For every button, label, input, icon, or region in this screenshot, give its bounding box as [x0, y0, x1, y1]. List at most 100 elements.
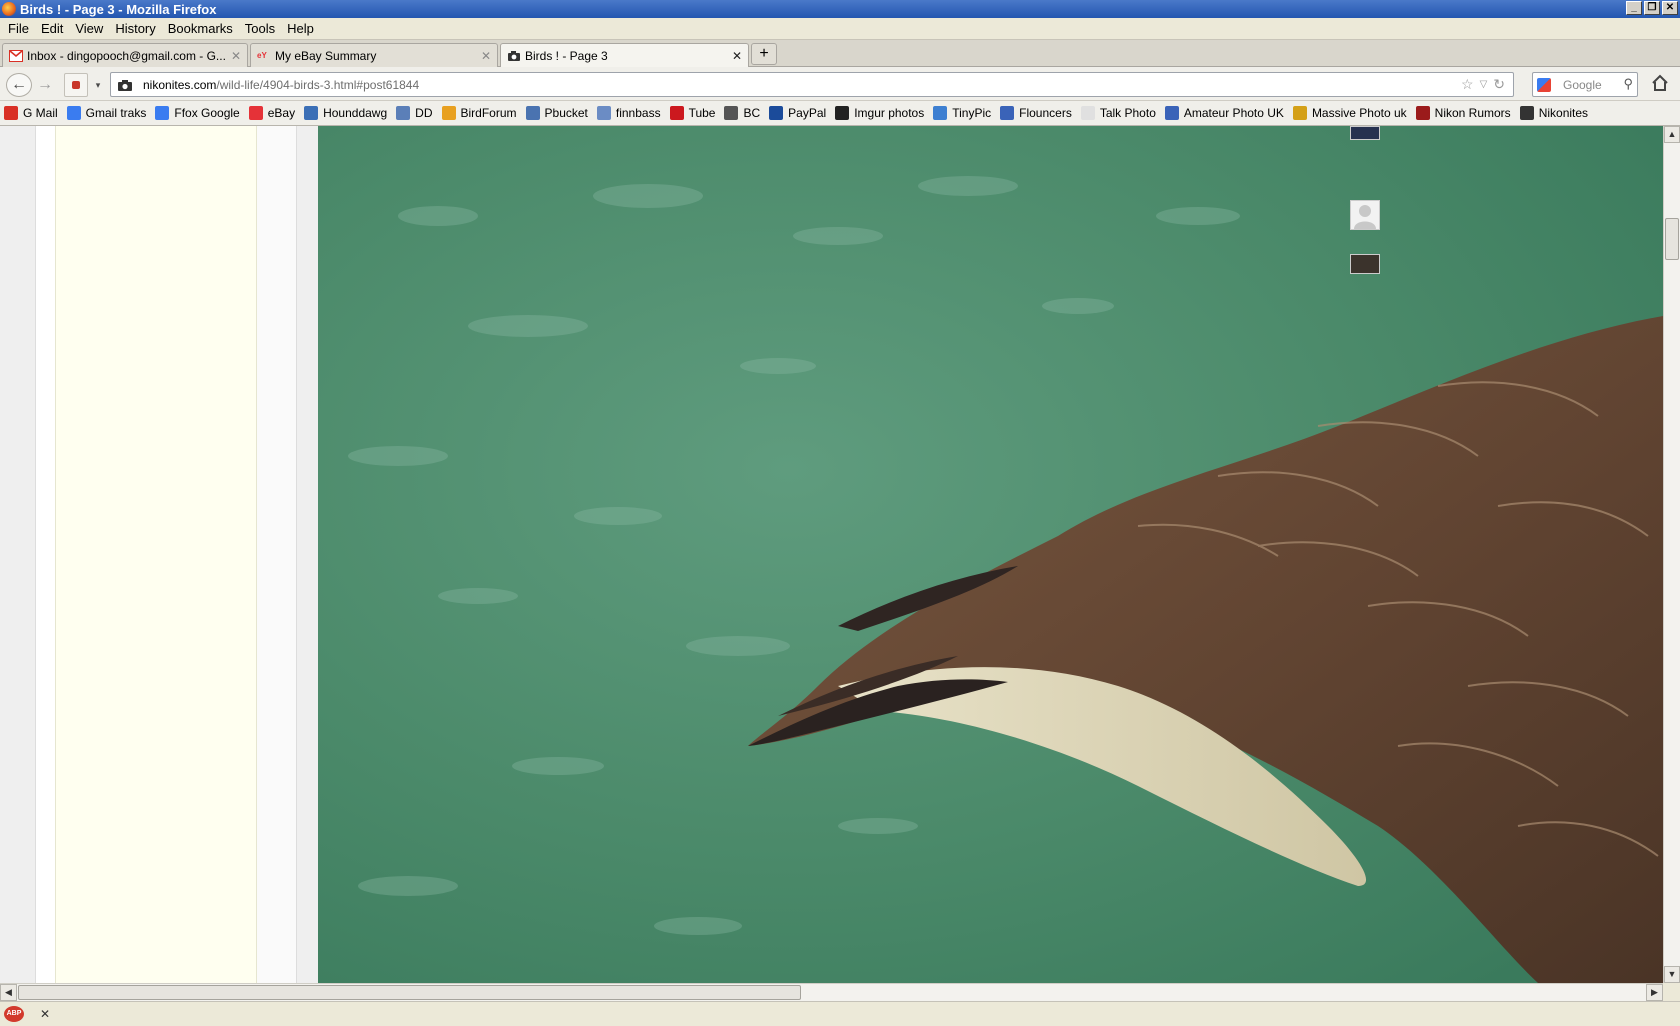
google-icon	[1537, 77, 1551, 92]
back-button[interactable]: ←	[6, 73, 32, 97]
menu-view[interactable]: View	[71, 21, 111, 36]
camera-icon	[118, 79, 132, 91]
tab-inbox[interactable]: Inbox - dingopooch@gmail.com - G... ✕	[2, 43, 248, 67]
back-arrow-icon: ←	[11, 76, 27, 93]
google-icon	[66, 106, 81, 120]
bookmark-label: PayPal	[788, 106, 827, 120]
minimize-button[interactable]: _	[1626, 1, 1642, 15]
bookmark-label: G Mail	[23, 106, 58, 120]
tab-bar: Inbox - dingopooch@gmail.com - G... ✕ eY…	[0, 40, 1680, 68]
dropdown-icon[interactable]: ▽	[1480, 76, 1488, 94]
url-bar[interactable]: nikonites.com/wild-life/4904-birds-3.htm…	[110, 72, 1514, 97]
bookmark-label: Amateur Photo UK	[1183, 106, 1284, 120]
bookmark-label: DD	[415, 106, 433, 120]
bookmark-item[interactable]: finnbass	[596, 106, 661, 120]
url-path: /wild-life/4904-birds-3.html#post61844	[216, 77, 420, 92]
menu-file[interactable]: File	[4, 21, 37, 36]
bookmark-item[interactable]: Ffox Google	[155, 106, 240, 120]
menu-help[interactable]: Help	[283, 21, 322, 36]
close-window-button[interactable]: ✕	[1662, 1, 1678, 15]
window-titlebar: Birds ! - Page 3 - Mozilla Firefox _ ❐ ✕	[0, 0, 1680, 18]
post-sidebar	[55, 126, 257, 983]
bookmark-label: Nikon Rumors	[1434, 106, 1511, 120]
bookmark-item[interactable]: eBay	[248, 106, 295, 120]
default-avatar[interactable]	[1350, 200, 1380, 230]
forward-button[interactable]: →	[34, 73, 56, 97]
bookmark-item[interactable]: Hounddawg	[304, 106, 387, 120]
ebay-icon: eY	[257, 50, 267, 60]
user-avatar[interactable]	[1350, 254, 1380, 274]
close-tab-icon[interactable]: ✕	[732, 49, 742, 63]
scrollbar-corner	[1663, 983, 1680, 1001]
bookmark-label: Tube	[688, 106, 716, 120]
bookmark-item[interactable]: G Mail	[4, 106, 58, 120]
maximize-button[interactable]: ❐	[1644, 1, 1660, 15]
horizontal-scrollbar[interactable]: ◀ ▶	[0, 983, 1663, 1001]
bookmark-item[interactable]: Nikonites	[1519, 106, 1588, 120]
bookmark-item[interactable]: TinyPic	[933, 106, 991, 120]
bookmark-item[interactable]: BirdForum	[441, 106, 517, 120]
bookmark-item[interactable]: Amateur Photo UK	[1164, 106, 1284, 120]
addon-icon	[72, 81, 80, 89]
chevron-down-icon: ▾	[95, 79, 101, 90]
bookmark-item[interactable]: Talk Photo	[1080, 106, 1156, 120]
bookmark-item[interactable]: Tube	[669, 106, 716, 120]
close-tab-icon[interactable]: ✕	[481, 49, 491, 63]
menu-history[interactable]: History	[111, 21, 163, 36]
bookmark-label: TinyPic	[952, 106, 992, 120]
addon-button[interactable]	[64, 73, 88, 97]
search-box[interactable]: Google ⚲	[1532, 72, 1638, 97]
navigation-bar: ← → ▾ nikonites.com/wild-life/4904-birds…	[0, 67, 1680, 101]
goose-photo-image	[318, 126, 1663, 983]
page-icon	[933, 106, 948, 120]
close-tab-icon[interactable]: ✕	[231, 49, 241, 63]
menu-edit[interactable]: Edit	[37, 21, 71, 36]
bookmark-item[interactable]: Pbucket	[525, 106, 588, 120]
camera-icon	[1164, 106, 1179, 120]
bookmark-item[interactable]: Imgur photos	[835, 106, 924, 120]
home-button[interactable]	[1648, 74, 1672, 96]
gmail-icon	[4, 106, 18, 120]
tab-birds[interactable]: Birds ! - Page 3 ✕	[500, 43, 749, 68]
bookmark-item[interactable]: Flouncers	[1000, 106, 1072, 120]
menu-bookmarks[interactable]: Bookmarks	[164, 21, 241, 36]
bookmark-item[interactable]: BC	[724, 106, 760, 120]
window-controls: _ ❐ ✕	[1626, 1, 1678, 15]
vertical-scrollbar[interactable]: ▲ ▼	[1663, 126, 1680, 983]
reload-icon[interactable]: ↻	[1493, 76, 1505, 94]
addon-bar: ABP ✕	[0, 1001, 1680, 1026]
tab-ebay[interactable]: eY My eBay Summary ✕	[250, 43, 498, 67]
paypal-icon	[769, 106, 784, 120]
bookmark-item[interactable]: PayPal	[769, 106, 826, 120]
bookmark-item[interactable]: Massive Photo uk	[1292, 106, 1407, 120]
bookmark-item[interactable]: Gmail traks	[66, 106, 146, 120]
vertical-scroll-thumb[interactable]	[1665, 218, 1679, 260]
nr-icon	[1415, 106, 1430, 120]
search-icon[interactable]: ⚲	[1623, 76, 1633, 92]
page-icon	[596, 106, 611, 120]
horizontal-scroll-thumb[interactable]	[18, 985, 801, 1000]
bookmark-star-icon[interactable]: ☆	[1461, 76, 1474, 94]
page-icon	[396, 106, 411, 120]
forward-arrow-icon: →	[37, 76, 53, 93]
scroll-left-arrow-icon[interactable]: ◀	[0, 984, 17, 1001]
close-addon-bar-icon[interactable]: ✕	[40, 1007, 50, 1021]
youtube-icon	[669, 106, 684, 120]
page-content	[0, 126, 1663, 983]
menu-tools[interactable]: Tools	[241, 21, 283, 36]
scroll-up-arrow-icon[interactable]: ▲	[1664, 126, 1680, 143]
user-avatar[interactable]	[1350, 126, 1380, 140]
menu-bar: File Edit View History Bookmarks Tools H…	[0, 18, 1680, 40]
adblock-icon[interactable]: ABP	[4, 1006, 24, 1022]
bookmark-label: Pbucket	[544, 106, 588, 120]
page-icon	[724, 106, 739, 120]
gmail-icon	[9, 49, 23, 62]
new-tab-button[interactable]: +	[751, 43, 777, 65]
scroll-right-arrow-icon[interactable]: ▶	[1646, 984, 1663, 1001]
imgur-icon	[835, 106, 850, 120]
bookmark-item[interactable]: DD	[396, 106, 433, 120]
history-dropdown-button[interactable]: ▾	[92, 73, 104, 97]
bookmark-item[interactable]: Nikon Rumors	[1415, 106, 1511, 120]
scroll-down-arrow-icon[interactable]: ▼	[1664, 966, 1680, 983]
left-gutter	[257, 126, 297, 983]
